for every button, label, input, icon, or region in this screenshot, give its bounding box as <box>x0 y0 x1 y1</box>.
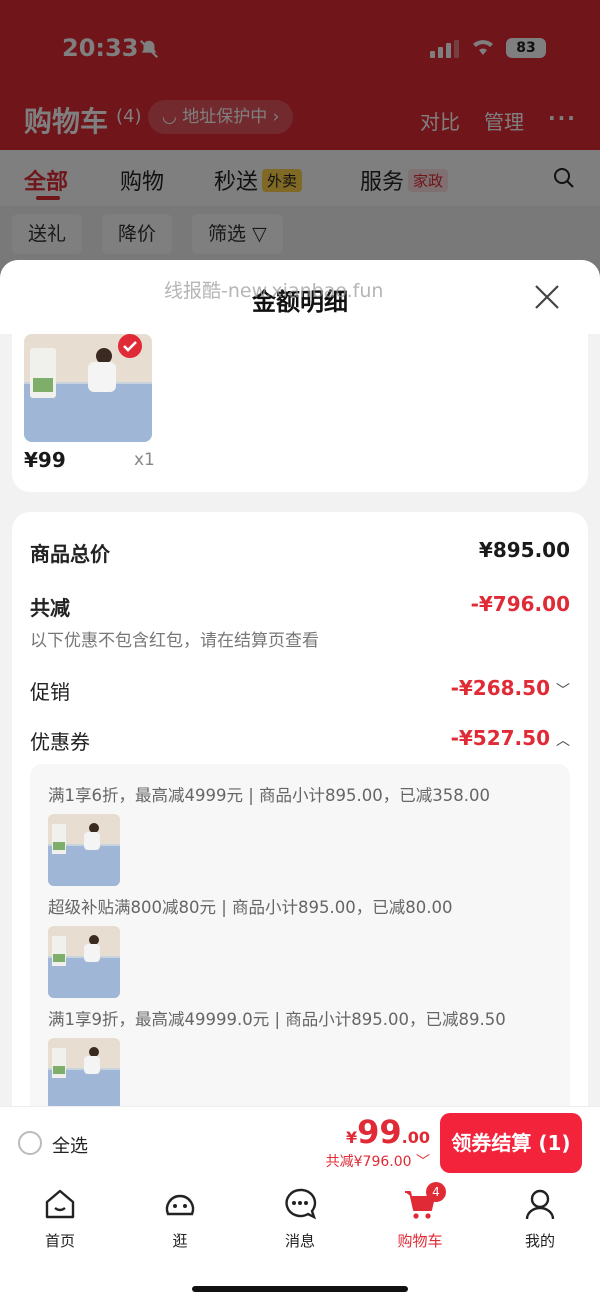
coupon-item-3-image <box>48 1038 120 1110</box>
product-card: ¥99 x1 <box>12 334 588 492</box>
select-all-radio[interactable] <box>18 1131 42 1155</box>
promo-row[interactable]: -¥268.50 ﹀ <box>451 676 570 700</box>
coupon-item-3: 满1享9折，最高减49999.0元 | 商品小计895.00，已减89.50 <box>48 1010 506 1029</box>
watermark: 线报酷-new.xianbao.fun <box>164 280 384 302</box>
total-saved-label: 共减¥796.00 <box>325 1154 412 1170</box>
coupon-list: 满1享6折，最高减4999元 | 商品小计895.00，已减358.00 超级补… <box>30 764 570 1164</box>
product-price: ¥99 <box>24 448 66 472</box>
select-all-label[interactable]: 全选 <box>52 1132 88 1158</box>
total-saved[interactable]: 共减¥796.00 ﹀ <box>326 1151 430 1171</box>
tabbar-explore-label: 逛 <box>172 1232 188 1250</box>
explore-icon <box>165 1194 195 1216</box>
tabbar-cart[interactable]: 4 购物车 <box>380 1182 460 1251</box>
cart-badge: 4 <box>426 1182 446 1202</box>
checkout-button[interactable]: 领券结算 (1) <box>440 1113 582 1173</box>
coupon-item-1-image <box>48 814 120 886</box>
tabbar-messages[interactable]: 消息 <box>260 1186 340 1251</box>
discount-value: -¥796.00 <box>470 592 570 616</box>
coupon-item-1: 满1享6折，最高减4999元 | 商品小计895.00，已减358.00 <box>48 786 491 805</box>
product-qty: x1 <box>134 450 155 470</box>
price-integer: 99 <box>357 1113 402 1151</box>
tabbar-cart-label: 购物车 <box>397 1232 443 1250</box>
discount-note: 以下优惠不包含红包，请在结算页查看 <box>30 631 319 651</box>
coupon-value: -¥527.50 <box>450 726 550 750</box>
promo-value: -¥268.50 <box>450 676 550 700</box>
profile-icon <box>525 1189 555 1220</box>
message-icon <box>285 1188 317 1220</box>
selected-check-icon <box>118 334 142 358</box>
coupon-row[interactable]: -¥527.50 ︿ <box>451 726 570 750</box>
total-price: ¥99.00 <box>346 1113 430 1151</box>
tabbar-messages-label: 消息 <box>284 1232 315 1250</box>
total-label: 商品总价 <box>30 542 110 566</box>
discount-label: 共减 <box>30 596 70 620</box>
promo-label: 促销 <box>30 680 70 704</box>
tabbar-explore[interactable]: 逛 <box>140 1186 220 1251</box>
home-icon <box>45 1189 75 1219</box>
price-symbol: ¥ <box>345 1128 358 1147</box>
price-decimal: .00 <box>401 1128 430 1147</box>
sheet-header: 金额明细 线报酷-new.xianbao.fun <box>0 260 600 334</box>
checkout-bar: 全选 ¥99.00 共减¥796.00 ﹀ 领券结算 (1) <box>0 1106 600 1180</box>
close-icon[interactable] <box>532 282 562 312</box>
chevron-down-icon: ﹀ <box>416 1154 430 1170</box>
coupon-item-2: 超级补贴满800减80元 | 商品小计895.00，已减80.00 <box>48 898 453 917</box>
chevron-up-icon: ︿ <box>556 733 570 749</box>
tabbar-home-label: 首页 <box>44 1232 75 1250</box>
tabbar-profile[interactable]: 我的 <box>500 1186 580 1251</box>
chevron-down-icon: ﹀ <box>556 683 570 699</box>
total-value: ¥895.00 <box>478 538 570 562</box>
tabbar-profile-label: 我的 <box>524 1232 555 1250</box>
coupon-label: 优惠券 <box>30 730 90 754</box>
coupon-item-2-image <box>48 926 120 998</box>
tabbar-home[interactable]: 首页 <box>20 1186 100 1251</box>
home-indicator <box>192 1286 408 1292</box>
